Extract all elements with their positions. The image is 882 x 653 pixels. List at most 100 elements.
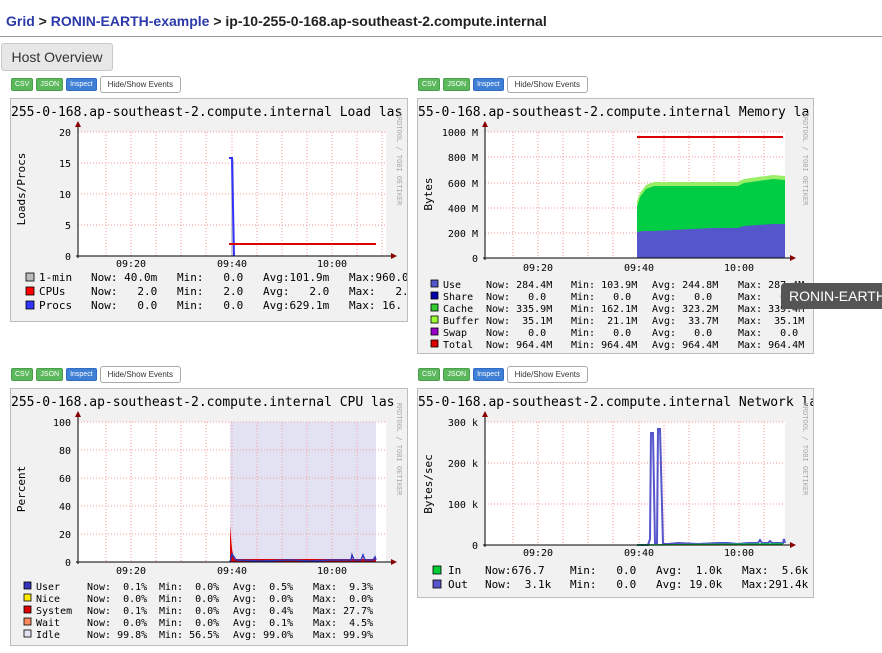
hide-show-events-button[interactable]: Hide/Show Events — [506, 366, 589, 383]
svg-text:09:40: 09:40 — [217, 259, 247, 270]
x-ticks: 09:20 09:40 10:00 — [523, 263, 754, 274]
svg-text:Swap: Swap — [443, 328, 467, 339]
svg-text:Avg: 2.0: Avg: 2.0 — [263, 285, 329, 298]
svg-text:60: 60 — [59, 474, 71, 485]
svg-text:1-min: 1-min — [39, 271, 72, 284]
svg-text:0: 0 — [65, 558, 71, 569]
svg-text:Max:960.0: Max:960.0 — [349, 271, 407, 284]
svg-text:Now: 0.0%: Now: 0.0% — [87, 618, 147, 629]
legend: User Now: 0.1% Min: 0.0% Avg: 0.5% Max: 9.3%… — [23, 581, 373, 641]
svg-text:Now: 0.1%: Now: 0.1% — [87, 582, 147, 593]
svg-text:Share: Share — [443, 292, 473, 303]
json-button[interactable]: JSON — [443, 78, 471, 91]
svg-text:Idle: Idle — [36, 630, 60, 641]
csv-button[interactable]: CSV — [11, 368, 34, 381]
network-graph[interactable]: 55-0-168.ap-southeast-2.compute.internal… — [417, 388, 814, 598]
memory-graph[interactable]: 55-0-168.ap-southeast-2.compute.internal… — [417, 98, 814, 354]
legend-row-wait: Wait Now: 0.0% Min: 0.0% Avg: 0.1% Max: 4.5% — [23, 617, 373, 629]
hide-show-events-button[interactable]: Hide/Show Events — [99, 76, 182, 93]
legend-row-total: Total Now: 964.4M Min: 964.4M Avg: 964.4M Ma… — [430, 339, 804, 351]
svg-text:Max: 2.: Max: 2. — [349, 285, 407, 298]
hide-show-events-button[interactable]: Hide/Show Events — [99, 366, 182, 383]
svg-text:Now: 3.1k: Now: 3.1k — [485, 578, 552, 591]
cpu-graph-toolbar: CSV JSON Inspect Hide/Show Events — [11, 366, 182, 383]
svg-text:10: 10 — [59, 190, 71, 201]
svg-text:Min: 0.0: Min: 0.0 — [571, 328, 631, 339]
x-axis-arrow — [790, 542, 796, 548]
svg-text:Max: 27.7%: Max: 27.7% — [313, 606, 373, 617]
svg-text:Avg: 244.8M: Avg: 244.8M — [652, 280, 718, 291]
json-button[interactable]: JSON — [36, 78, 64, 91]
svg-text:Max: 9.3%: Max: 9.3% — [313, 582, 373, 593]
svg-text:Buffer: Buffer — [443, 316, 479, 327]
svg-text:Total: Total — [443, 340, 473, 351]
svg-text:Wait: Wait — [36, 618, 60, 629]
svg-text:Now: 964.4M: Now: 964.4M — [486, 340, 552, 351]
csv-button[interactable]: CSV — [418, 78, 441, 91]
svg-text:Now: 0.0: Now: 0.0 — [91, 299, 157, 312]
legend-swatch — [25, 300, 35, 310]
svg-text:300 k: 300 k — [448, 418, 478, 429]
svg-text:Now: 335.9M: Now: 335.9M — [486, 304, 552, 315]
svg-text:Max: 16.: Max: 16. — [349, 299, 402, 312]
json-button[interactable]: JSON — [443, 368, 471, 381]
hide-show-events-button[interactable]: Hide/Show Events — [506, 76, 589, 93]
svg-text:Now: 0.0: Now: 0.0 — [486, 292, 546, 303]
inspect-button[interactable]: Inspect — [66, 368, 97, 381]
svg-text:10:00: 10:00 — [317, 259, 347, 270]
svg-text:Avg: 0.0: Avg: 0.0 — [652, 292, 712, 303]
svg-text:5: 5 — [65, 221, 71, 232]
json-button[interactable]: JSON — [36, 368, 64, 381]
svg-text:User: User — [36, 582, 60, 593]
inspect-button[interactable]: Inspect — [473, 368, 504, 381]
svg-text:800 M: 800 M — [448, 153, 478, 164]
cpu-graph[interactable]: 255-0-168.ap-southeast-2.compute.interna… — [10, 388, 408, 646]
svg-text:Now: 2.0: Now: 2.0 — [91, 285, 157, 298]
host-overview-button[interactable]: Host Overview — [1, 43, 113, 71]
svg-text:09:40: 09:40 — [624, 263, 654, 274]
legend-swatch — [23, 617, 32, 626]
csv-button[interactable]: CSV — [11, 78, 34, 91]
svg-text:09:20: 09:20 — [116, 259, 146, 270]
svg-text:Min: 0.0%: Min: 0.0% — [159, 606, 219, 617]
load-graph-toolbar: CSV JSON Inspect Hide/Show Events — [11, 76, 182, 93]
legend-row-system: System Now: 0.1% Min: 0.0% Avg: 0.4% Max: 27… — [23, 605, 373, 617]
svg-text:600 M: 600 M — [448, 179, 478, 190]
legend-swatch — [25, 286, 35, 296]
legend-swatch — [25, 272, 35, 282]
x-ticks: 09:20 09:40 10:00 — [116, 259, 347, 270]
svg-text:Avg: 323.2M: Avg: 323.2M — [652, 304, 718, 315]
cluster-tooltip: RONIN-EARTH — [781, 283, 882, 309]
legend: Use Now: 284.4M Min: 103.9M Avg: 244.8M Max:… — [430, 279, 804, 351]
svg-text:Max: 35.1M: Max: 35.1M — [738, 316, 804, 327]
svg-text:Use: Use — [443, 280, 461, 291]
svg-text:Min: 0.0: Min: 0.0 — [570, 564, 636, 577]
svg-text:15: 15 — [59, 159, 71, 170]
breadcrumb-cluster-link[interactable]: RONIN-EARTH-example — [51, 13, 210, 29]
svg-text:100: 100 — [53, 418, 71, 429]
svg-text:Cache: Cache — [443, 304, 473, 315]
y-axis-arrow — [75, 121, 81, 127]
inspect-button[interactable]: Inspect — [473, 78, 504, 91]
svg-text:400 M: 400 M — [448, 204, 478, 215]
svg-text:Min: 162.1M: Min: 162.1M — [571, 304, 637, 315]
csv-button[interactable]: CSV — [418, 368, 441, 381]
svg-text:Min: 964.4M: Min: 964.4M — [571, 340, 637, 351]
y-axis-arrow — [482, 411, 488, 417]
legend-row-procs: Procs Now: 0.0 Min: 0.0 Avg:629.1m Max: 16. — [25, 299, 402, 312]
svg-text:Procs: Procs — [39, 299, 72, 312]
legend-swatch — [430, 327, 439, 336]
svg-text:Now: 0.1%: Now: 0.1% — [87, 606, 147, 617]
rrdtool-watermark: RRDTOOL / TOBI OETIKER — [395, 403, 403, 497]
y-ticks: 20 15 10 5 0 — [59, 128, 71, 263]
rrdtool-watermark: RRDTOOL / TOBI OETIKER — [801, 403, 809, 497]
legend-swatch — [430, 303, 439, 312]
svg-text:Avg: 1.0k: Avg: 1.0k — [656, 564, 723, 577]
svg-text:Max: 99.9%: Max: 99.9% — [313, 630, 373, 641]
svg-text:Min: 0.0%: Min: 0.0% — [159, 618, 219, 629]
inspect-button[interactable]: Inspect — [66, 78, 97, 91]
graph-title: 255-0-168.ap-southeast-2.compute.interna… — [11, 105, 402, 120]
svg-text:CPUs: CPUs — [39, 285, 66, 298]
load-graph[interactable]: 255-0-168.ap-southeast-2.compute.interna… — [10, 98, 408, 322]
breadcrumb-grid-link[interactable]: Grid — [6, 13, 35, 29]
